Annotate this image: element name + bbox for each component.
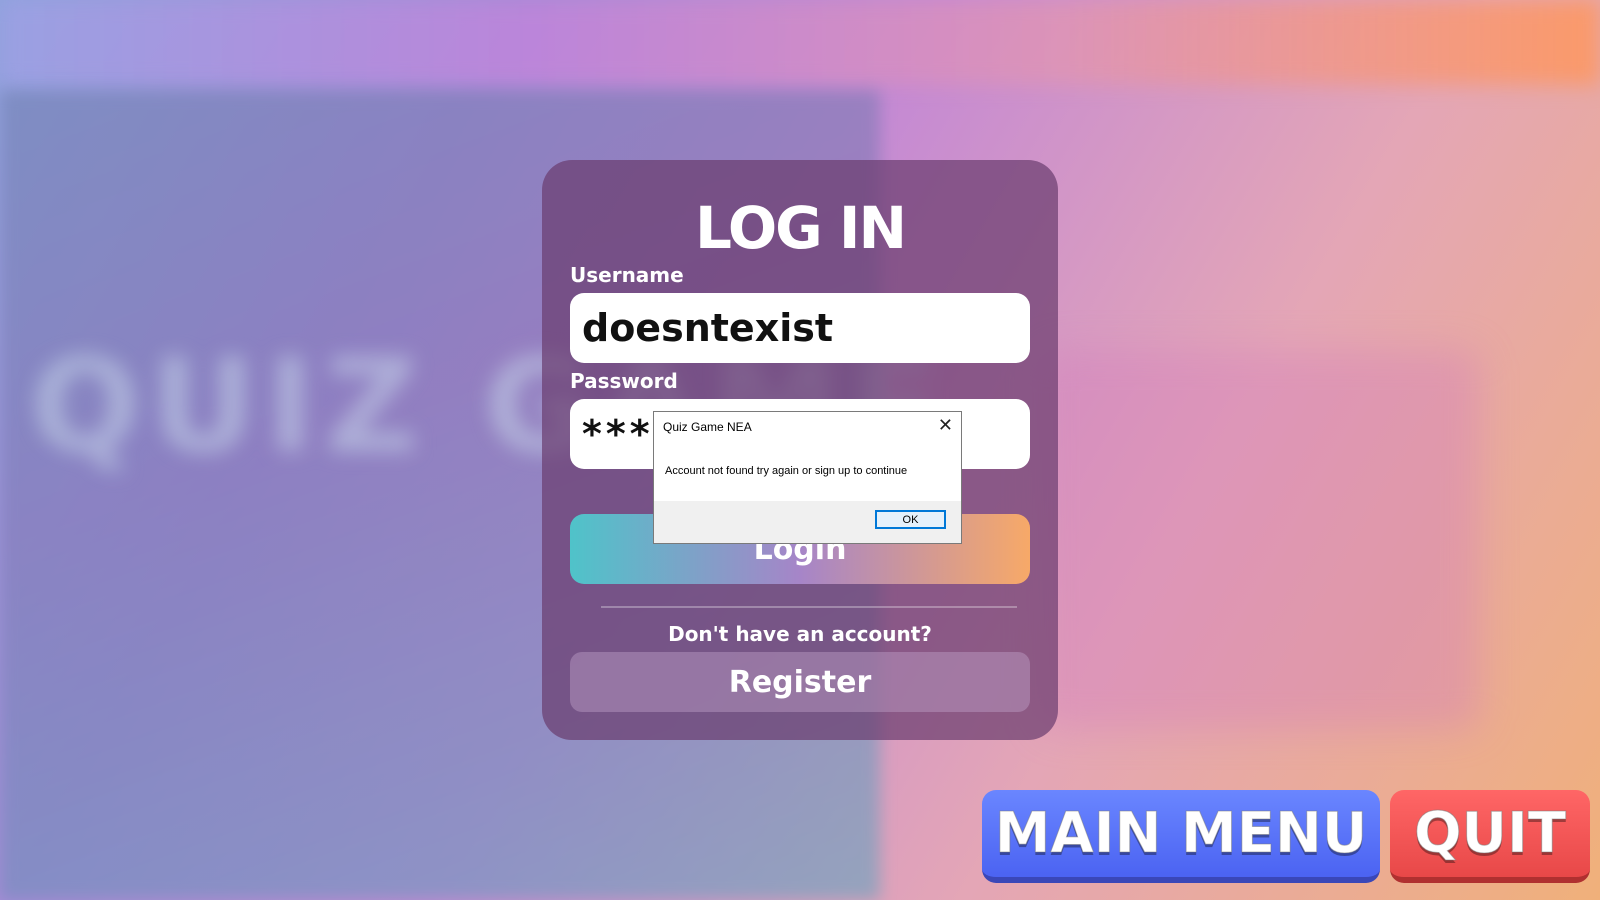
no-account-text: Don't have an account? — [668, 622, 932, 646]
register-button[interactable]: Register — [570, 652, 1030, 712]
password-label: Password — [570, 369, 678, 393]
username-label: Username — [570, 263, 684, 287]
main-menu-button[interactable]: MAIN MENU — [982, 790, 1380, 883]
dialog-message: Account not found try again or sign up t… — [665, 465, 908, 477]
username-input[interactable]: doesntexist — [570, 293, 1030, 363]
blurred-top-bar — [0, 0, 1600, 85]
dialog-title: Quiz Game NEA — [663, 420, 752, 434]
error-dialog: Quiz Game NEA ✕ Account not found try ag… — [653, 411, 962, 544]
dialog-footer: OK — [654, 501, 961, 543]
divider — [601, 606, 1017, 608]
close-icon[interactable]: ✕ — [938, 415, 953, 436]
login-title: LOG IN — [694, 194, 907, 262]
ok-button[interactable]: OK — [875, 510, 946, 529]
quit-button[interactable]: QUIT — [1390, 790, 1590, 883]
blurred-right-panel — [1040, 350, 1480, 730]
username-value: doesntexist — [582, 306, 834, 350]
